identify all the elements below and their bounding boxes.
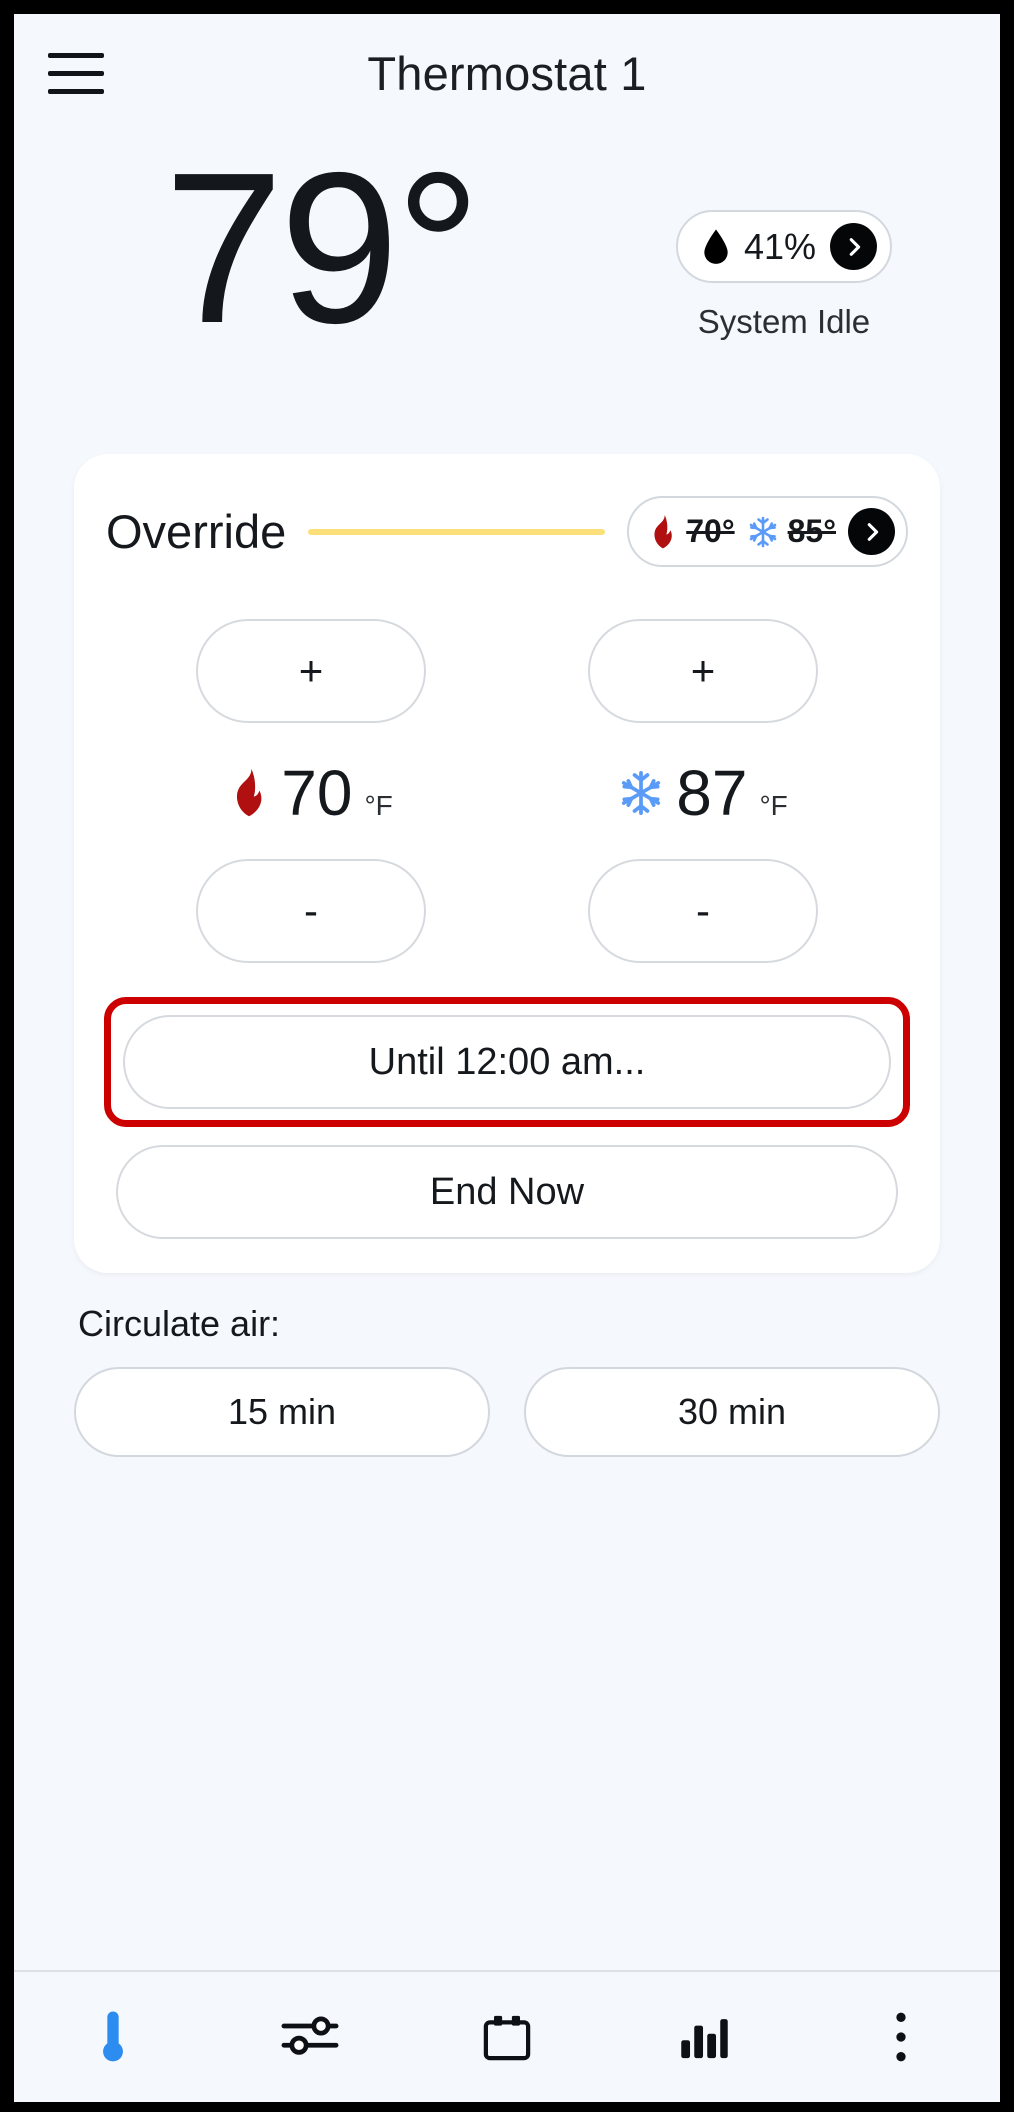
humidity-value: 41% bbox=[743, 225, 816, 267]
humidity-status-group: 41% System Idle bbox=[675, 210, 892, 341]
system-status-text: System Idle bbox=[697, 303, 871, 340]
snowflake-icon bbox=[749, 516, 776, 547]
heat-setpoint-value: 70 bbox=[281, 757, 353, 829]
chevron-right-icon bbox=[849, 237, 860, 256]
current-temperature: 79° bbox=[164, 127, 481, 368]
bottom-navigation-bar bbox=[14, 1970, 1000, 2102]
usage-tab[interactable] bbox=[606, 1972, 803, 2102]
override-card: Override 70° 85° + 70 °F - + 87 °F - Unt… bbox=[74, 454, 940, 1273]
schedule-chevron-button[interactable] bbox=[848, 508, 895, 555]
flame-icon bbox=[654, 514, 673, 548]
overflow-menu-icon bbox=[896, 2012, 907, 2062]
heat-increase-button[interactable]: + bbox=[196, 619, 426, 723]
app-screen: Thermostat 1 79° 41% System Idle Overrid… bbox=[14, 14, 1000, 2102]
more-tab[interactable] bbox=[803, 1972, 1000, 2102]
override-card-header: Override 70° 85° bbox=[104, 496, 910, 567]
cool-setpoint-column: + 87 °F - bbox=[520, 619, 886, 963]
setpoint-controls: + 70 °F - + 87 °F - bbox=[104, 619, 910, 963]
until-highlight-box: Until 12:00 am... bbox=[104, 997, 910, 1127]
bar-chart-icon bbox=[681, 2019, 728, 2059]
override-accent-rule bbox=[308, 528, 606, 535]
humidity-pill[interactable]: 41% bbox=[675, 210, 892, 283]
calendar-icon bbox=[483, 2015, 531, 2061]
schedule-tab[interactable] bbox=[408, 1972, 605, 2102]
water-drop-icon bbox=[704, 229, 728, 264]
schedule-heat-value: 70° bbox=[686, 513, 735, 549]
page-title: Thermostat 1 bbox=[367, 46, 647, 100]
cool-setpoint-unit: °F bbox=[759, 790, 788, 821]
circulate-air-section: Circulate air: 15 min 30 min bbox=[14, 1273, 1000, 1457]
cool-setpoint-readout: 87 °F bbox=[618, 761, 788, 825]
heat-decrease-button[interactable]: - bbox=[196, 859, 426, 963]
cool-setpoint-value: 87 bbox=[676, 757, 748, 829]
override-title: Override bbox=[106, 505, 287, 558]
schedule-heat-group: 70° bbox=[649, 513, 735, 550]
hamburger-menu-icon[interactable] bbox=[44, 45, 106, 101]
sliders-icon bbox=[281, 2016, 339, 2055]
circulate-air-label: Circulate air: bbox=[78, 1303, 281, 1344]
cool-increase-button[interactable]: + bbox=[588, 619, 818, 723]
end-now-button[interactable]: End Now bbox=[116, 1145, 898, 1239]
thermometer-icon bbox=[102, 2011, 123, 2062]
schedule-cool-group: 85° bbox=[747, 513, 836, 550]
heat-setpoint-unit: °F bbox=[364, 790, 393, 821]
schedule-setpoints-pill[interactable]: 70° 85° bbox=[627, 496, 908, 567]
until-button[interactable]: Until 12:00 am... bbox=[123, 1015, 891, 1109]
circulate-30min-button[interactable]: 30 min bbox=[524, 1367, 940, 1457]
chevron-right-icon bbox=[867, 522, 878, 541]
flame-icon bbox=[237, 769, 262, 817]
cool-decrease-button[interactable]: - bbox=[588, 859, 818, 963]
heat-setpoint-readout: 70 °F bbox=[229, 761, 393, 825]
schedule-cool-value: 85° bbox=[787, 513, 836, 549]
humidity-chevron-button[interactable] bbox=[830, 223, 877, 270]
settings-tab[interactable] bbox=[211, 1972, 408, 2102]
snowflake-icon bbox=[622, 771, 661, 815]
app-header: Thermostat 1 bbox=[14, 14, 1000, 132]
layout-spacer bbox=[14, 1457, 1000, 1970]
thermostat-tab[interactable] bbox=[14, 1972, 211, 2102]
circulate-air-options: 15 min 30 min bbox=[74, 1367, 940, 1457]
heat-setpoint-column: + 70 °F - bbox=[128, 619, 494, 963]
end-now-wrap: End Now bbox=[104, 1145, 910, 1239]
circulate-15min-button[interactable]: 15 min bbox=[74, 1367, 490, 1457]
phone-frame: Thermostat 1 79° 41% System Idle Overrid… bbox=[0, 0, 1014, 2112]
current-conditions: 79° 41% System Idle bbox=[14, 132, 1000, 432]
